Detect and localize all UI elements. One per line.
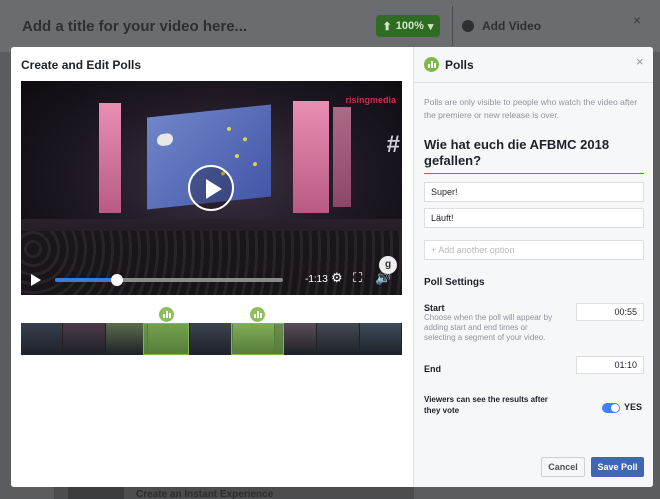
- polls-panel: Polls × Polls are only visible to people…: [413, 47, 653, 487]
- dialog-title: Create and Edit Polls: [21, 58, 142, 72]
- stage-light-panel: [99, 103, 121, 213]
- timeline-frame[interactable]: [190, 323, 233, 355]
- timeline-selection[interactable]: [142, 323, 189, 355]
- seek-progress: [55, 278, 117, 282]
- screen-speech-bubble: [157, 132, 173, 147]
- hashtag-sign: #: [386, 131, 400, 158]
- save-poll-button[interactable]: Save Poll: [591, 457, 644, 477]
- poll-icon: [424, 57, 439, 72]
- add-video-label: Add Video: [482, 19, 542, 33]
- panel-header: Polls ×: [414, 47, 653, 83]
- screen-dot: [253, 161, 257, 167]
- timeline-selection[interactable]: [230, 323, 284, 355]
- upload-arrow-icon: ⬆: [382, 20, 392, 33]
- audience: [21, 231, 402, 295]
- timeline-strip[interactable]: [21, 323, 402, 355]
- screen-dot: [243, 137, 247, 142]
- background-close-icon[interactable]: ×: [633, 12, 641, 28]
- seek-handle[interactable]: [110, 274, 123, 286]
- start-description: Choose when the poll will appear by addi…: [424, 313, 553, 342]
- play-circle-icon: [462, 20, 474, 32]
- play-icon[interactable]: [31, 274, 41, 286]
- time-remaining: -1:13: [305, 274, 328, 285]
- fullscreen-icon[interactable]: ⛶: [353, 271, 362, 285]
- poll-question-input[interactable]: [424, 137, 644, 174]
- header-divider: [452, 6, 453, 46]
- stage-light-panel: [293, 101, 329, 213]
- timeline-frame[interactable]: [63, 323, 106, 355]
- poll-option-1[interactable]: [424, 182, 644, 202]
- toggle-state-label: YES: [624, 402, 643, 412]
- add-option-input[interactable]: [424, 240, 644, 260]
- stage-light-panel: [333, 107, 351, 207]
- chevron-down-icon: ▾: [427, 20, 434, 33]
- poll-option-2[interactable]: [424, 208, 644, 228]
- poll-settings-heading: Poll Settings: [424, 277, 485, 288]
- add-video-button[interactable]: Add Video: [462, 19, 541, 33]
- end-label: End: [424, 364, 441, 374]
- gear-icon[interactable]: ⚙: [331, 271, 343, 285]
- start-label: Start: [424, 303, 445, 313]
- background-thumbnail: [68, 486, 124, 499]
- start-time-input[interactable]: [576, 303, 644, 321]
- seek-bar[interactable]: [55, 274, 283, 286]
- timeline-frame[interactable]: [359, 323, 402, 355]
- end-time-input[interactable]: [576, 356, 644, 374]
- timeline-frame[interactable]: [317, 323, 360, 355]
- polls-dialog: Create and Edit Polls risingmedia # -1:1…: [11, 47, 653, 487]
- video-title-input[interactable]: Add a title for your video here...: [22, 18, 247, 35]
- viewers-results-label: Viewers can see the results after they v…: [424, 395, 548, 415]
- timeline-frame[interactable]: [21, 323, 64, 355]
- viewers-results-toggle[interactable]: [602, 403, 620, 413]
- timeline-frame[interactable]: [105, 323, 148, 355]
- screen-dot: [235, 153, 239, 159]
- video-editor-pane: Create and Edit Polls risingmedia # -1:1…: [11, 47, 413, 487]
- poll-marker-icon[interactable]: [158, 307, 174, 322]
- background-list-label: Create an Instant Experience: [136, 489, 274, 499]
- upload-progress-label: 100%: [395, 20, 424, 32]
- play-button[interactable]: [188, 165, 234, 211]
- screen-dot: [227, 126, 231, 132]
- channel-badge: g: [379, 256, 397, 274]
- video-player[interactable]: risingmedia # -1:13 ⚙ ⛶ 🔊 g: [21, 81, 402, 295]
- poll-marker-icon[interactable]: [250, 307, 266, 322]
- cancel-button[interactable]: Cancel: [541, 457, 585, 477]
- brand-watermark: risingmedia: [345, 95, 396, 105]
- visibility-note: Polls are only visible to people who wat…: [424, 97, 638, 120]
- panel-title: Polls: [445, 58, 474, 72]
- close-icon[interactable]: ×: [636, 54, 644, 69]
- upload-progress-badge[interactable]: ⬆ 100% ▾: [376, 15, 440, 37]
